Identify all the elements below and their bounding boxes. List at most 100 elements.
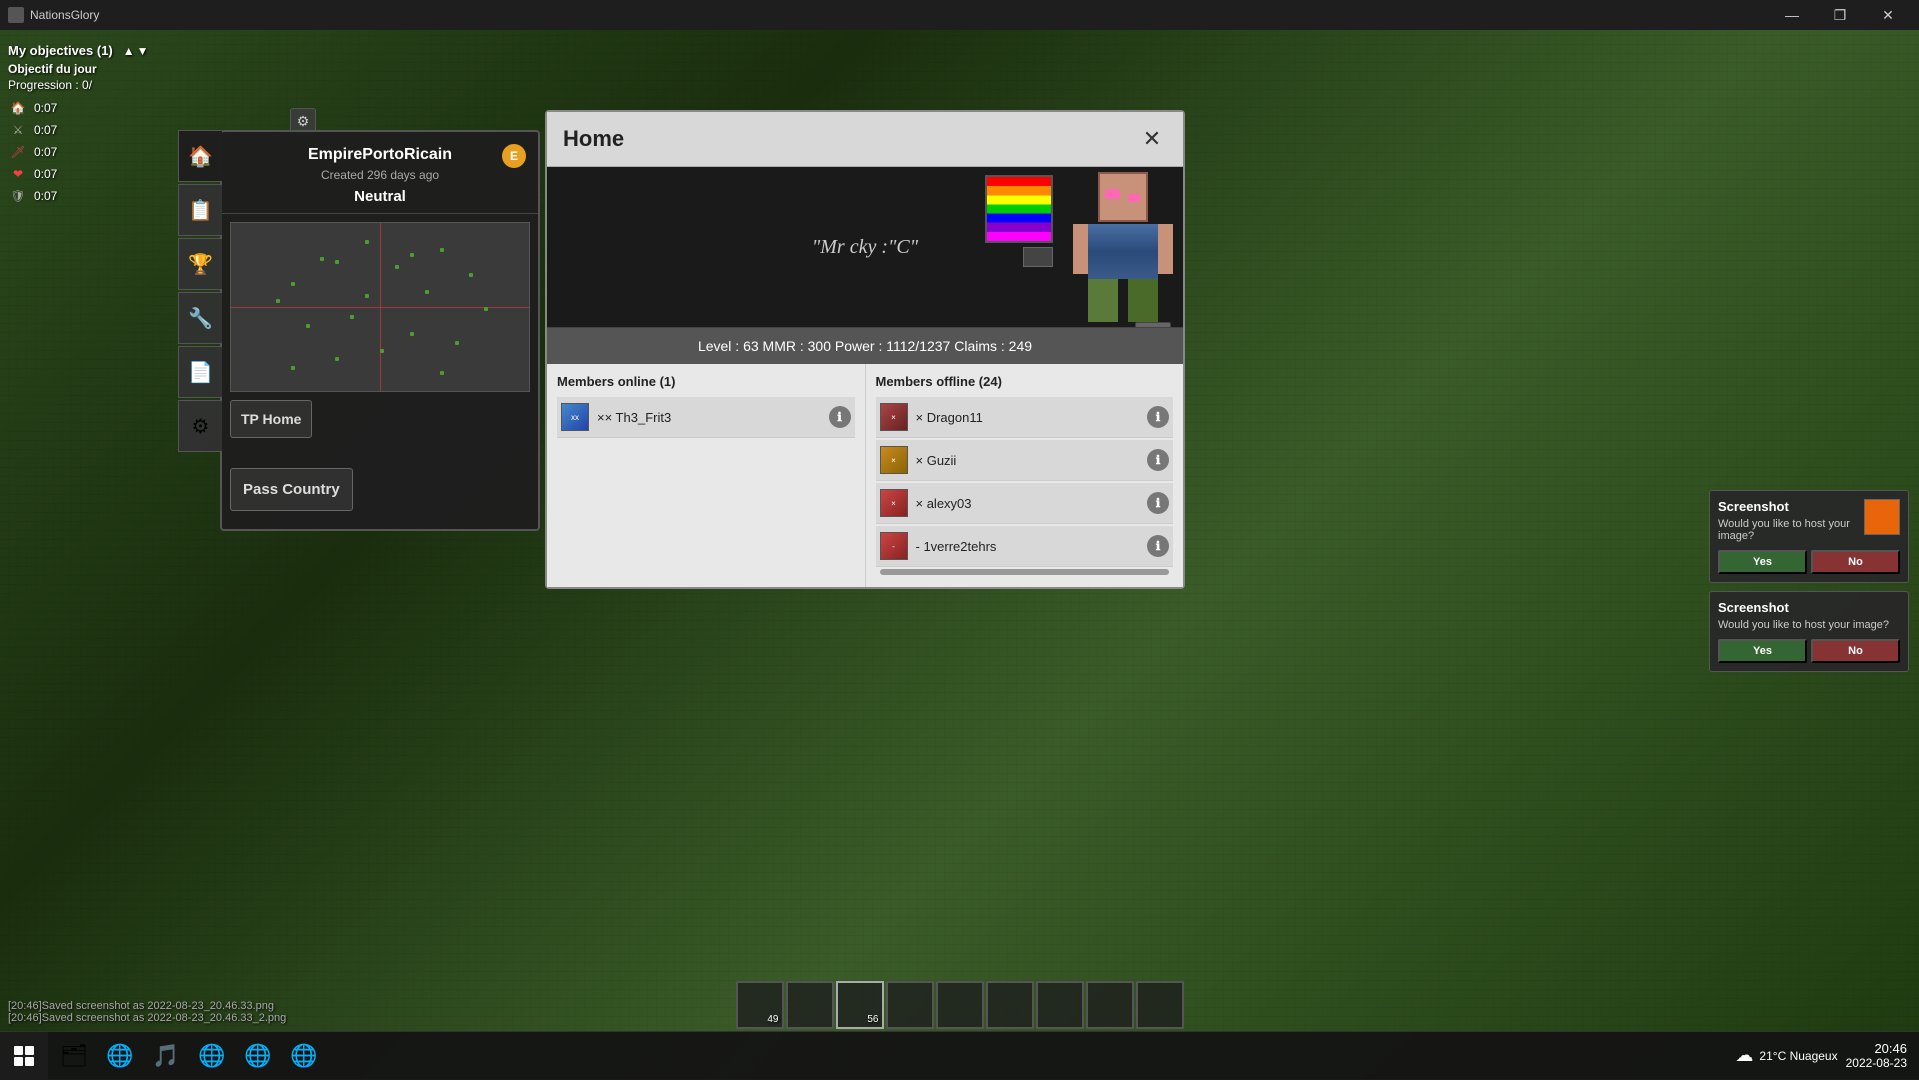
taskbar-app-spotify[interactable]: 🎵: [144, 1034, 188, 1078]
screenshot-no-1[interactable]: No: [1811, 550, 1900, 574]
progression-label: Progression : 0/: [8, 78, 212, 92]
stat-value-2: 0:07: [34, 145, 57, 159]
tp-home-button[interactable]: TP Home: [230, 400, 312, 438]
hotbar-slot-5[interactable]: [986, 981, 1034, 1029]
hotbar-slot-2[interactable]: 56: [836, 981, 884, 1029]
sidebar-tab-list[interactable]: 📋: [178, 184, 222, 236]
objectives-up[interactable]: ▲: [123, 44, 135, 58]
member-row-offline-1: × × Guzii ℹ: [876, 440, 1174, 481]
screenshot-buttons-2: Yes No: [1718, 639, 1900, 663]
hotbar-slot-4[interactable]: [936, 981, 984, 1029]
member-row-online-0: xx ×× Th3_Frit3 ℹ: [557, 397, 855, 438]
dialog-header: Home ✕: [547, 112, 1183, 167]
minecraft-character: [1073, 172, 1173, 322]
map-grid-vertical: [380, 223, 381, 391]
member-name-guzii: × Guzii: [916, 453, 1140, 468]
window-close-button[interactable]: ✕: [1865, 0, 1911, 30]
taskbar-app-explorer[interactable]: 🗂: [52, 1034, 96, 1078]
screenshot-buttons-1: Yes No: [1718, 550, 1900, 574]
nation-stats-row: Level : 63 MMR : 300 Power : 1112/1237 C…: [547, 327, 1183, 364]
objectives-controls: ▲ ▼: [123, 44, 149, 58]
mc-left-leg: [1088, 279, 1118, 322]
sidebar-tab-tools[interactable]: 🔧: [178, 292, 222, 344]
window-title: NationsGlory: [30, 8, 99, 22]
weather-info: ☁ 21°C Nuageux: [1735, 1045, 1837, 1066]
taskbar-app-browser4[interactable]: 🌐: [282, 1034, 326, 1078]
objectives-down[interactable]: ▼: [137, 44, 149, 58]
nation-map: [230, 222, 530, 392]
sidebar-tab-doc[interactable]: 📄: [178, 346, 222, 398]
nation-name: EmpirePortoRicain: [232, 146, 528, 164]
banner-text: "Mr cky :"C": [812, 236, 918, 259]
dialog-close-button[interactable]: ✕: [1137, 124, 1167, 154]
members-scroll-bar[interactable]: [880, 569, 1170, 575]
taskbar-apps: 🗂 🌐 🎵 🌐 🌐 🌐: [48, 1034, 1735, 1078]
title-bar: NationsGlory — ❐ ✕: [0, 0, 1919, 30]
pass-country-button[interactable]: Pass Country: [230, 468, 353, 511]
screenshot-yes-2[interactable]: Yes: [1718, 639, 1807, 663]
player-skin: [1053, 167, 1183, 327]
window-controls: — ❐ ✕: [1769, 0, 1911, 30]
stat-icon-0: 🏠: [8, 98, 28, 118]
member-info-btn-dragon11[interactable]: ℹ: [1147, 406, 1169, 428]
windows-icon: [14, 1046, 34, 1066]
stat-value-3: 0:07: [34, 167, 57, 181]
hotbar-slot-6[interactable]: [1036, 981, 1084, 1029]
taskbar-app-browser2[interactable]: 🌐: [190, 1034, 234, 1078]
members-online-title: Members online (1): [557, 374, 855, 389]
minimize-button[interactable]: —: [1769, 0, 1815, 30]
chat-line-2: [20:46]Saved screenshot as 2022-08-23_20…: [8, 1012, 286, 1024]
taskbar-app-edge[interactable]: 🌐: [98, 1034, 142, 1078]
member-avatar-dragon11: ×: [880, 403, 908, 431]
members-section: Members online (1) xx ×× Th3_Frit3 ℹ Mem…: [547, 364, 1183, 587]
start-button[interactable]: [0, 1032, 48, 1080]
nation-flag-mini: [1023, 247, 1053, 267]
member-name-alexy03: × alexy03: [916, 496, 1140, 511]
hotbar-slot-0[interactable]: 49: [736, 981, 784, 1029]
member-info-btn-guzii[interactable]: ℹ: [1147, 449, 1169, 471]
taskbar-right: ☁ 21°C Nuageux 20:46 2022-08-23: [1735, 1041, 1919, 1070]
stat-icon-2: 🗡: [8, 142, 28, 162]
objectives-bar: My objectives (1) ▲ ▼: [8, 43, 212, 58]
members-online-col: Members online (1) xx ×× Th3_Frit3 ℹ: [547, 364, 866, 587]
nation-status: Neutral: [232, 188, 528, 205]
stat-row-0: 🏠 0:07: [8, 98, 212, 118]
sidebar-tabs: 🏠 📋 🏆 🔧 📄 ⚙: [178, 130, 222, 452]
date-display: 2022-08-23: [1846, 1056, 1907, 1070]
screenshot-no-2[interactable]: No: [1811, 639, 1900, 663]
member-row-offline-3: - - 1verre2tehrs ℹ: [876, 526, 1174, 567]
taskbar-time: 20:46 2022-08-23: [1846, 1041, 1907, 1070]
screenshot-thumb-1: [1864, 499, 1900, 535]
objectives-label: My objectives (1): [8, 43, 113, 58]
time-display: 20:46: [1846, 1041, 1907, 1056]
member-info-btn-th3[interactable]: ℹ: [829, 406, 851, 428]
nation-badge: E: [502, 144, 526, 168]
sidebar-tab-home[interactable]: 🏠: [178, 130, 222, 182]
nation-flag: [985, 175, 1053, 243]
sidebar-tab-trophy[interactable]: 🏆: [178, 238, 222, 290]
sidebar-tab-settings[interactable]: ⚙: [178, 400, 222, 452]
hotbar-count-2: 56: [867, 1014, 878, 1025]
taskbar-app-browser3[interactable]: 🌐: [236, 1034, 280, 1078]
members-offline-title: Members offline (24): [876, 374, 1174, 389]
member-avatar-th3: xx: [561, 403, 589, 431]
mc-right-arm: [1158, 224, 1173, 274]
hotbar-count-0: 49: [767, 1014, 778, 1025]
member-info-btn-alexy03[interactable]: ℹ: [1147, 492, 1169, 514]
member-avatar-1verre: -: [880, 532, 908, 560]
maximize-button[interactable]: ❐: [1817, 0, 1863, 30]
dialog-title: Home: [563, 126, 624, 152]
member-info-btn-1verre[interactable]: ℹ: [1147, 535, 1169, 557]
mc-body: [1088, 224, 1158, 279]
screenshot-yes-1[interactable]: Yes: [1718, 550, 1807, 574]
stat-value-1: 0:07: [34, 123, 57, 137]
hotbar-slot-7[interactable]: [1086, 981, 1134, 1029]
hotbar-slot-8[interactable]: [1136, 981, 1184, 1029]
weather-icon: ☁: [1735, 1045, 1753, 1066]
hotbar-slot-1[interactable]: [786, 981, 834, 1029]
member-row-offline-0: × × Dragon11 ℹ: [876, 397, 1174, 438]
app-icon: [8, 7, 24, 23]
stat-icon-1: ⚔: [8, 120, 28, 140]
hotbar-slot-3[interactable]: [886, 981, 934, 1029]
chat-line-1: [20:46]Saved screenshot as 2022-08-23_20…: [8, 1000, 286, 1012]
